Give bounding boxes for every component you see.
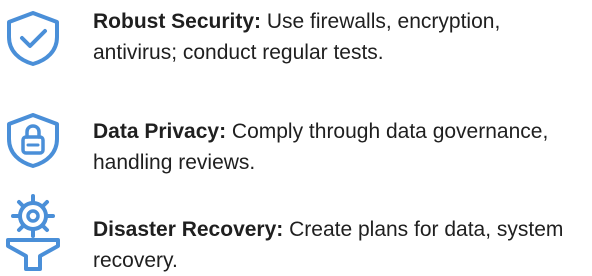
feature-title: Data Privacy:: [93, 120, 227, 143]
feature-title: Robust Security:: [93, 10, 262, 33]
feature-title: Disaster Recovery:: [93, 218, 284, 241]
gear-funnel-icon: [6, 194, 60, 271]
shield-check-icon: [7, 11, 59, 66]
feature-text: Data Privacy: Comply through data govern…: [93, 116, 589, 178]
feature-item-data-privacy: Data Privacy: Comply through data govern…: [0, 108, 592, 178]
feature-text: Disaster Recovery: Create plans for data…: [93, 214, 589, 276]
shield-lock-icon: [7, 113, 59, 168]
feature-text: Robust Security: Use firewalls, encrypti…: [93, 6, 589, 68]
feature-item-disaster-recovery: Disaster Recovery: Create plans for data…: [0, 188, 592, 272]
feature-item-robust-security: Robust Security: Use firewalls, encrypti…: [0, 0, 592, 80]
